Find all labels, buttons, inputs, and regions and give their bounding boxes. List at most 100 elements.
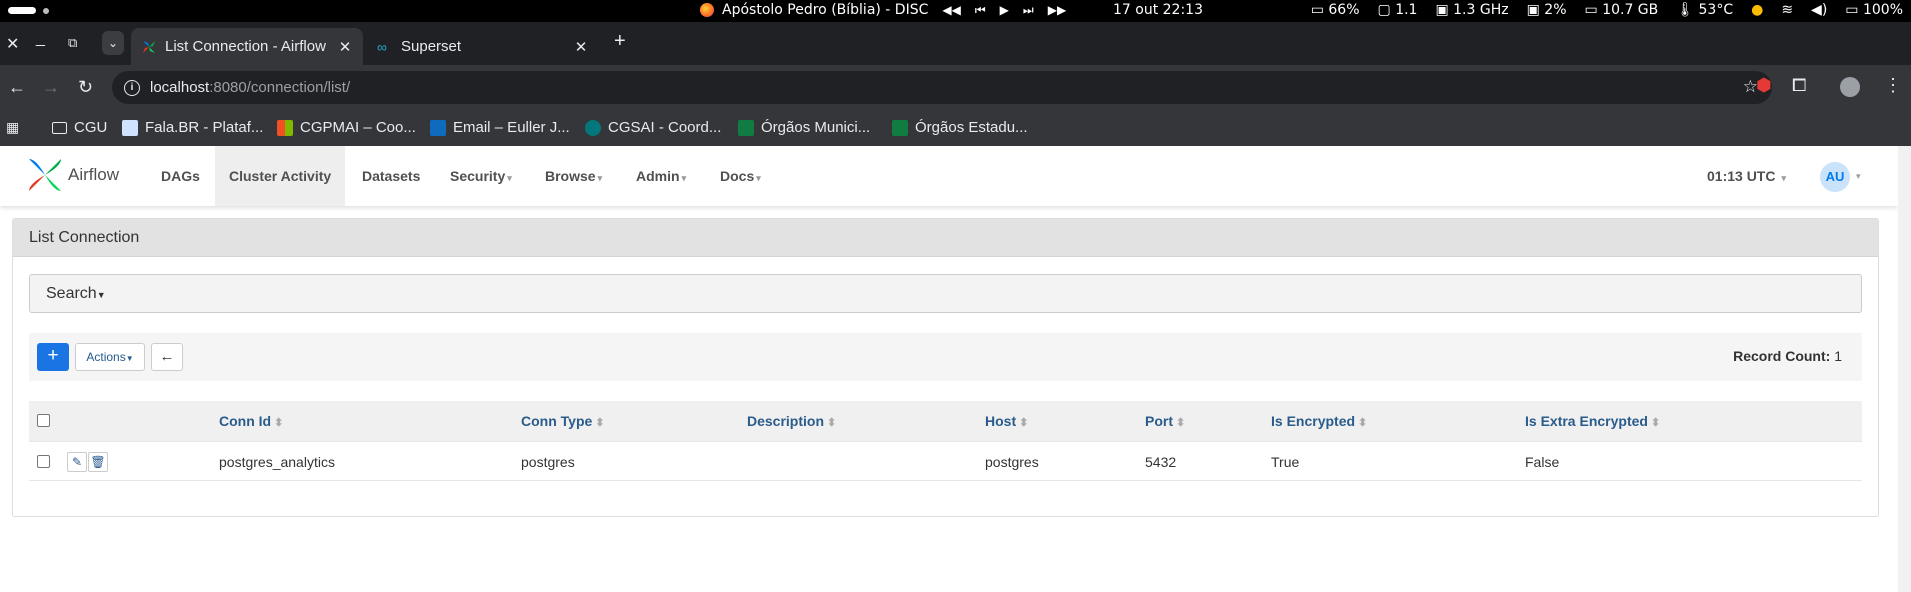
- sort-icon: ⬍: [1358, 417, 1368, 429]
- profile-avatar[interactable]: [1840, 77, 1860, 97]
- header-is-encrypted[interactable]: Is Encrypted ⬍: [1271, 401, 1367, 441]
- memory-stat: ▭ 10.7 GB: [1584, 2, 1659, 18]
- reload-icon[interactable]: ↻: [78, 77, 93, 98]
- caret-down-icon: ▾: [597, 173, 603, 183]
- extension-shield-icon[interactable]: ⬢: [1756, 75, 1772, 96]
- activities-indicator[interactable]: [8, 7, 36, 14]
- select-all-checkbox[interactable]: [37, 414, 50, 427]
- fast-forward-icon[interactable]: ▶▶: [1048, 3, 1066, 17]
- wifi-icon[interactable]: ≋: [1781, 2, 1793, 18]
- airflow-pinwheel-icon: [29, 159, 61, 191]
- browser-toolbar: ← → ↻ i localhost :8080/connection/list/…: [0, 65, 1911, 110]
- window-close-icon[interactable]: ✕: [6, 34, 19, 54]
- nav-browse[interactable]: Browse ▾: [531, 146, 616, 206]
- forward-icon[interactable]: →: [42, 77, 60, 98]
- nav-security[interactable]: Security ▾: [436, 146, 526, 206]
- header-port[interactable]: Port ⬍: [1145, 401, 1185, 441]
- bookmark-orgaos-municipais[interactable]: Órgãos Munici...: [738, 119, 870, 136]
- table-header: Conn Id ⬍ Conn Type ⬍ Description ⬍ Host ⬍ P…: [29, 401, 1862, 441]
- browser-menu-icon[interactable]: ⋮: [1884, 75, 1902, 96]
- cell-is-extra-encrypted: False: [1525, 454, 1560, 470]
- header-conn-id[interactable]: Conn Id ⬍: [219, 401, 283, 441]
- nav-admin[interactable]: Admin ▾: [622, 146, 700, 206]
- load-stat: ▢ 1.1: [1377, 2, 1418, 18]
- excel-icon: [738, 119, 754, 136]
- delete-icon[interactable]: 🗑: [88, 452, 108, 472]
- next-track-icon[interactable]: ⏭: [1023, 3, 1034, 18]
- add-connection-button[interactable]: +: [37, 343, 69, 371]
- system-clock[interactable]: 17 out 22:13: [1113, 2, 1203, 18]
- row-checkbox[interactable]: [37, 455, 50, 468]
- tab-search-icon[interactable]: ⌄: [102, 31, 124, 55]
- workspace-dot: [43, 8, 49, 14]
- bookmark-falabr[interactable]: Fala.BR - Plataf...: [122, 119, 263, 136]
- superset-favicon-icon: ∞: [377, 38, 387, 55]
- site-info-icon[interactable]: i: [124, 79, 140, 96]
- chrome-tray-icon[interactable]: ●: [1751, 2, 1763, 18]
- page-scrollbar[interactable]: [1898, 146, 1911, 592]
- sharepoint-icon: [585, 119, 601, 136]
- excel-icon: [892, 119, 908, 136]
- back-button[interactable]: ←: [151, 343, 183, 371]
- header-is-extra-encrypted[interactable]: Is Extra Encrypted ⬍: [1525, 401, 1660, 441]
- extensions-puzzle-icon[interactable]: ⧠: [1792, 75, 1806, 96]
- folder-icon: [52, 121, 67, 134]
- sort-icon: ⬍: [1176, 417, 1186, 429]
- bookmark-cgpmai[interactable]: CGPMAI – Coo...: [277, 119, 416, 136]
- new-tab-icon[interactable]: +: [614, 30, 626, 53]
- airflow-navbar: Airflow DAGs Cluster Activity Datasets S…: [0, 146, 1898, 206]
- search-filter-bar[interactable]: Search▼: [29, 274, 1862, 313]
- sort-icon: ⬍: [1019, 417, 1029, 429]
- cell-conn-id: postgres_analytics: [219, 454, 335, 470]
- user-avatar[interactable]: AU: [1820, 162, 1850, 192]
- tab-close-icon[interactable]: ✕: [571, 38, 591, 56]
- caret-down-icon: ▼: [125, 354, 134, 363]
- media-title: Apóstolo Pedro (Bíblia) - DISC: [722, 2, 929, 18]
- back-icon[interactable]: ←: [8, 77, 26, 98]
- url-path: :8080/connection/list/: [209, 79, 351, 96]
- rewind-icon[interactable]: ◀◀: [942, 3, 960, 17]
- bookmark-cgu[interactable]: CGU: [52, 119, 107, 136]
- battery-stat: ▭ 66%: [1310, 2, 1360, 18]
- nav-docs[interactable]: Docs ▾: [706, 146, 775, 206]
- utc-clock[interactable]: 01:13 UTC ▾: [1707, 146, 1786, 206]
- header-host[interactable]: Host ⬍: [985, 401, 1028, 441]
- actions-dropdown[interactable]: Actions▼: [75, 343, 145, 371]
- connections-table: Conn Id ⬍ Conn Type ⬍ Description ⬍ Host ⬍ P…: [29, 401, 1862, 481]
- edit-icon[interactable]: ✎: [67, 452, 87, 472]
- nav-cluster-activity[interactable]: Cluster Activity: [215, 146, 346, 206]
- outlook-icon: [430, 119, 446, 136]
- header-description[interactable]: Description ⬍: [747, 401, 836, 441]
- search-dropdown[interactable]: Search▼: [46, 285, 106, 302]
- sort-icon: ⬍: [827, 417, 837, 429]
- sort-icon: ⬍: [595, 417, 605, 429]
- bookmark-email[interactable]: Email – Euller J...: [430, 119, 570, 136]
- volume-icon[interactable]: ◀): [1811, 2, 1827, 18]
- bookmark-orgaos-estaduais[interactable]: Órgãos Estadu...: [892, 119, 1028, 136]
- window-minimize-icon[interactable]: _: [36, 30, 45, 48]
- address-bar[interactable]: i localhost :8080/connection/list/ ☆: [112, 71, 1772, 104]
- microsoft-icon: [277, 119, 293, 136]
- bookmark-cgsai[interactable]: CGSAI - Coord...: [585, 119, 721, 136]
- cpu-freq-stat: ▣ 1.3 GHz: [1435, 2, 1509, 18]
- caret-down-icon: ▾: [1781, 173, 1786, 183]
- window-restore-icon[interactable]: ⧉: [68, 35, 77, 51]
- header-conn-type[interactable]: Conn Type ⬍: [521, 401, 605, 441]
- tab-label: Superset: [401, 38, 462, 55]
- apps-grid-icon[interactable]: ▦: [6, 119, 19, 136]
- tab-airflow[interactable]: List Connection - Airflow ✕: [131, 28, 363, 65]
- caret-down-icon: ▾: [756, 173, 761, 183]
- cpu-usage-stat: ▣ 2%: [1526, 2, 1567, 18]
- cell-host: postgres: [985, 454, 1039, 470]
- nav-datasets[interactable]: Datasets: [348, 146, 434, 206]
- tab-superset[interactable]: ∞ Superset ✕: [367, 28, 599, 65]
- airflow-logo[interactable]: Airflow: [26, 156, 119, 194]
- caret-down-icon: ▼: [96, 290, 106, 300]
- nav-dags[interactable]: DAGs: [147, 146, 214, 206]
- bookmarks-bar: ▦ CGU Fala.BR - Plataf... CGPMAI – Coo..…: [0, 110, 1911, 146]
- power-stat[interactable]: ▭ 100%: [1845, 2, 1903, 18]
- tab-close-icon[interactable]: ✕: [335, 38, 355, 56]
- system-stats: ▭ 66% ▢ 1.1 ▣ 1.3 GHz ▣ 2% ▭ 10.7 GB 🌡 5…: [1311, 2, 1903, 18]
- previous-track-icon[interactable]: ⏮: [975, 3, 986, 18]
- play-icon[interactable]: ▶: [1000, 3, 1009, 17]
